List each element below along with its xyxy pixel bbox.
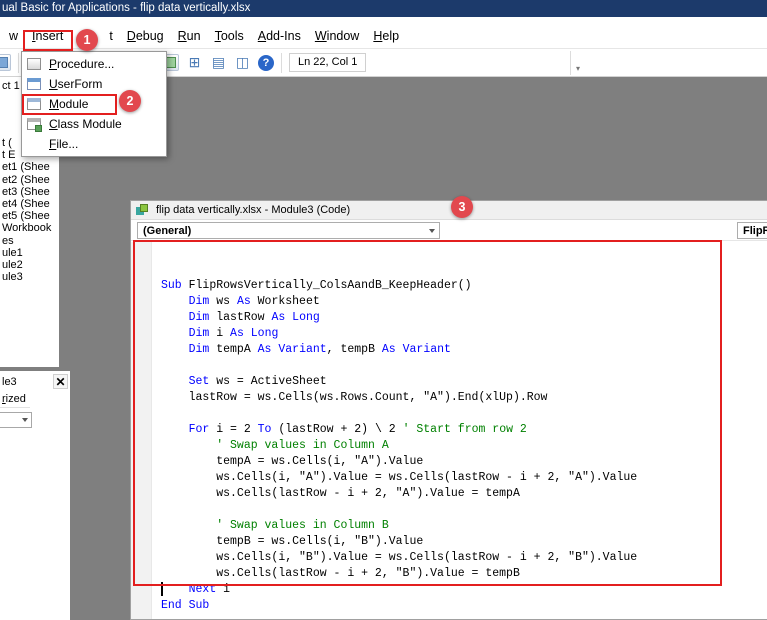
chevron-down-icon — [22, 418, 28, 422]
menu-item-tools[interactable]: Tools — [208, 27, 251, 45]
menu-item-procedure[interactable]: Procedure... — [22, 54, 166, 74]
code-line: Dim ws As Worksheet — [188, 295, 320, 308]
toolbar-overflow-chevron[interactable]: ▾ — [570, 51, 585, 75]
tab-categorized[interactable]: rized — [0, 390, 30, 408]
annotation-badge-3: 3 — [451, 196, 473, 218]
menu-item-class-module[interactable]: Class Module — [22, 114, 166, 134]
project-tree-item[interactable]: ule2 — [0, 259, 59, 271]
text-cursor — [161, 582, 163, 596]
menu-item-label: UserForm — [49, 77, 103, 91]
project-tree-item[interactable]: Workbook — [0, 222, 59, 234]
menu-item-label: Procedure... — [49, 57, 115, 71]
project-tree-item[interactable]: ule3 — [0, 271, 59, 283]
code-line: End Sub — [161, 599, 210, 612]
close-icon[interactable]: ✕ — [53, 374, 68, 389]
code-line: tempB = ws.Cells(i, "B").Value — [161, 535, 424, 548]
project-explorer-icon[interactable]: ⊞ — [186, 54, 203, 71]
userform-icon — [27, 78, 41, 90]
code-window-titlebar[interactable]: flip data vertically.xlsx - Module3 (Cod… — [131, 201, 767, 220]
code-line: ws.Cells(i, "B").Value = ws.Cells(lastRo… — [161, 551, 638, 564]
title-bar[interactable]: ual Basic for Applications - flip data v… — [0, 0, 767, 17]
module-code-icon — [136, 204, 149, 216]
code-line: ' Swap values in Column A — [216, 439, 389, 452]
code-line: lastRow = ws.Cells(ws.Rows.Count, "A").E… — [161, 391, 548, 404]
project-tree-item[interactable]: et2 (Shee — [0, 174, 59, 186]
menu-item-insert[interactable]: Insert — [25, 27, 70, 45]
code-line: ws.Cells(lastRow - i + 2, "A").Value = t… — [161, 487, 520, 500]
insert-menu: Procedure... UserForm Module Class Module Fi… — [21, 51, 167, 157]
properties-panel: le3 ✕ rized — [0, 371, 70, 620]
project-tree-item[interactable]: ule1 — [0, 247, 59, 259]
code-line: Set ws = ActiveSheet — [188, 375, 327, 388]
properties-title: le3 — [2, 375, 17, 388]
project-tree: t (t Eet1 (Shee et2 (Shee et3 (Shee et4 (Sh… — [0, 137, 59, 283]
toolbar-clipped-icon[interactable] — [0, 54, 11, 71]
no-icon — [27, 138, 41, 150]
properties-window-icon[interactable]: ▤ — [210, 54, 227, 71]
annotation-badge-2: 2 — [119, 90, 141, 112]
menu-item-t[interactable]: t — [102, 27, 119, 45]
code-editor[interactable]: Sub FlipRowsVertically_ColsAandB_KeepHea… — [161, 246, 767, 619]
margin-indicator-bar — [131, 242, 152, 619]
menu-item-module[interactable]: Module — [22, 94, 166, 114]
module-icon — [27, 98, 41, 110]
code-window-title: flip data vertically.xlsx - Module3 (Cod… — [156, 204, 351, 216]
code-line: ws.Cells(i, "A").Value = ws.Cells(lastRo… — [161, 471, 638, 484]
code-line: tempA = ws.Cells(i, "A").Value — [161, 455, 424, 468]
code-line: Dim lastRow As Long — [188, 311, 320, 324]
menu-item-label: Module — [49, 97, 89, 111]
object-dropdown-value: (General) — [143, 224, 192, 237]
menu-item-debug[interactable]: Debug — [120, 27, 171, 45]
toolbar-separator — [18, 52, 19, 73]
window-title: ual Basic for Applications - flip data v… — [2, 2, 251, 14]
code-line: Dim i As Long — [188, 327, 279, 340]
code-line: ws.Cells(lastRow - i + 2, "B").Value = t… — [161, 567, 520, 580]
line-col-indicator: Ln 22, Col 1 — [289, 53, 367, 72]
procedure-icon — [27, 58, 41, 70]
annotation-badge-1: 1 — [76, 29, 98, 51]
procedure-dropdown-value: FlipR — [743, 224, 767, 237]
properties-titlebar: le3 ✕ — [0, 371, 70, 390]
menu-item-file[interactable]: File... — [22, 134, 166, 154]
menu-bar: w Insert t Debug Run Tools Add-Ins Window Help — [0, 17, 767, 48]
code-line: ' Swap values in Column B — [216, 519, 389, 532]
menu-item-userform[interactable]: UserForm — [22, 74, 166, 94]
help-icon[interactable]: ? — [258, 54, 274, 71]
procedure-dropdown[interactable]: FlipR — [737, 222, 767, 239]
code-line: Sub FlipRowsVertically_ColsAandB_KeepHea… — [161, 279, 472, 292]
menu-item-w[interactable]: w — [2, 27, 25, 45]
project-tree-item[interactable]: et4 (Shee — [0, 198, 59, 210]
menu-item-help[interactable]: Help — [366, 27, 406, 45]
code-line: Dim tempA As Variant, tempB As Variant — [188, 343, 451, 356]
menu-item-label: Class Module — [49, 117, 122, 131]
project-tree-item[interactable]: et3 (Shee — [0, 186, 59, 198]
menu-item-label: File... — [49, 137, 79, 151]
project-tree-item[interactable]: et5 (Shee — [0, 210, 59, 222]
object-dropdown[interactable]: (General) — [137, 222, 440, 239]
code-window: flip data vertically.xlsx - Module3 (Cod… — [130, 200, 767, 620]
project-tree-item[interactable]: es — [0, 235, 59, 247]
menu-item-window[interactable]: Window — [308, 27, 366, 45]
code-lines: Sub FlipRowsVertically_ColsAandB_KeepHea… — [161, 278, 767, 614]
code-line: For i = 2 To (lastRow + 2) \ 2 ' Start f… — [188, 423, 527, 436]
chevron-down-icon — [429, 228, 435, 233]
code-combo-row: (General) FlipR — [131, 220, 767, 241]
code-line: Next i — [188, 583, 231, 596]
class-module-icon — [27, 118, 42, 132]
properties-object-dropdown[interactable] — [0, 412, 32, 428]
toolbar-separator — [281, 52, 282, 73]
insert-menu-list: Procedure... UserForm Module Class Module Fi… — [22, 54, 166, 154]
object-browser-icon[interactable]: ◫ — [234, 54, 251, 71]
project-tree-item[interactable]: et1 (Shee — [0, 161, 59, 173]
menu-item-run[interactable]: Run — [171, 27, 208, 45]
menu-item-addins[interactable]: Add-Ins — [251, 27, 308, 45]
